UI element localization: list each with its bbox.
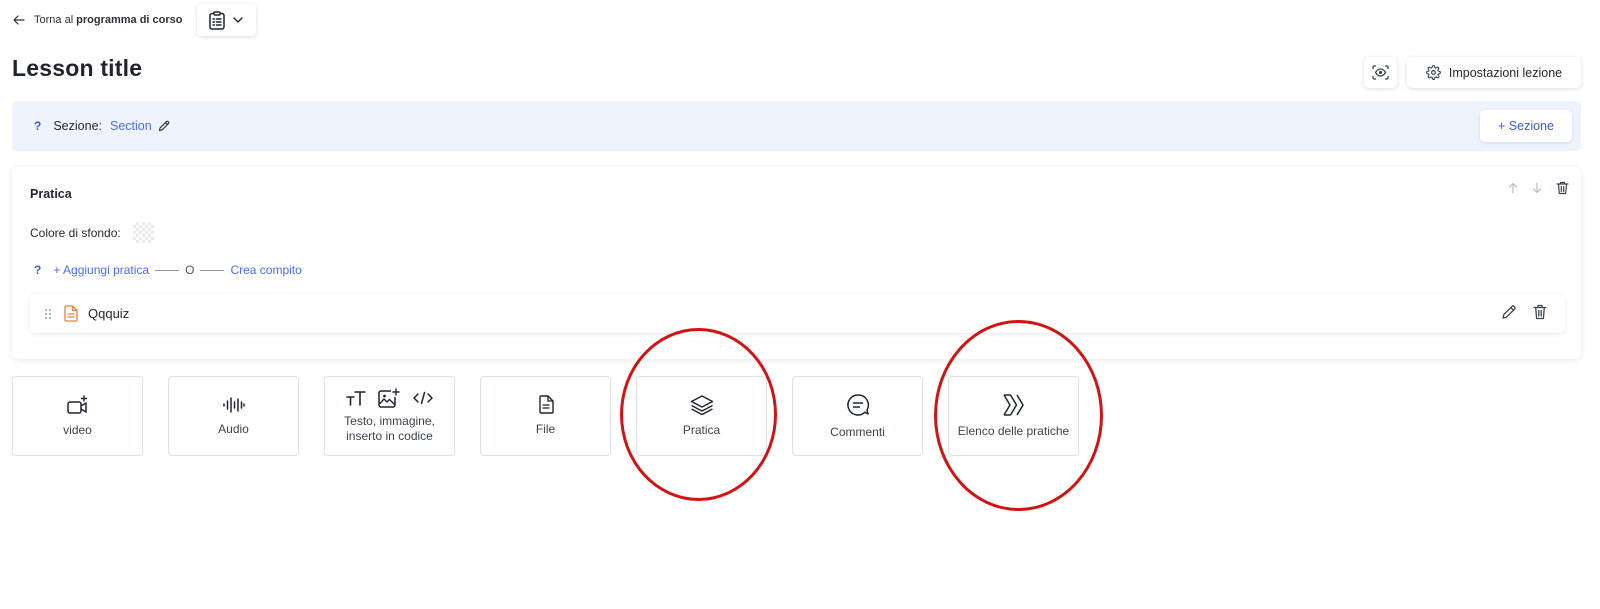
tile-label-text-image-code: Testo, immagine, inserto in codice <box>344 414 435 443</box>
add-comments-tile[interactable]: Commenti <box>792 376 923 456</box>
pencil-icon[interactable] <box>158 120 170 132</box>
file-text-icon <box>64 305 78 322</box>
tile-label-video: video <box>63 422 92 437</box>
divider-line <box>155 269 180 271</box>
add-video-tile[interactable]: video <box>12 376 143 456</box>
practice-block: Pratica Colore di sfondo: ? + Aggiungi p… <box>12 167 1581 359</box>
preview-button[interactable] <box>1364 57 1397 88</box>
audio-wave-icon <box>222 396 246 414</box>
create-task-link[interactable]: Crea compito <box>230 263 301 277</box>
move-up-icon[interactable] <box>1508 182 1518 194</box>
practice-help-icon[interactable]: ? <box>34 263 41 277</box>
add-practice-row: ? + Aggiungi pratica O Crea compito <box>34 263 302 277</box>
lesson-type-dropdown[interactable] <box>196 4 256 36</box>
background-color-label: Colore di sfondo: <box>30 225 121 240</box>
annotation-circle-practice-list <box>934 320 1103 511</box>
video-plus-icon <box>66 394 89 415</box>
settings-button-label: Impostazioni lezione <box>1448 65 1563 80</box>
edit-pencil-icon[interactable] <box>1501 304 1517 320</box>
comment-icon <box>846 393 870 417</box>
clipboard-list-icon <box>209 10 225 30</box>
practice-item-actions <box>1501 304 1547 320</box>
add-text-image-code-tile[interactable]: Testo, immagine, inserto in codice <box>324 376 455 456</box>
image-plus-icon <box>377 388 400 408</box>
back-link-prefix: Torna al <box>34 14 74 26</box>
arrow-left-icon <box>13 15 34 25</box>
or-separator: O <box>185 263 195 277</box>
file-icon <box>538 395 554 414</box>
practice-block-title: Pratica <box>30 187 72 201</box>
chevron-down-icon <box>233 17 243 23</box>
section-label: Sezione: <box>53 119 102 133</box>
tile-label-comments: Commenti <box>830 424 885 439</box>
top-bar: Torna al programma di corso <box>13 4 256 36</box>
delete-item-icon[interactable] <box>1533 304 1547 320</box>
divider-line <box>200 269 225 271</box>
add-practice-link[interactable]: + Aggiungi pratica <box>53 263 149 277</box>
text-size-icon <box>345 390 366 406</box>
add-file-tile[interactable]: File <box>480 376 611 456</box>
add-section-button[interactable]: + Sezione <box>1480 110 1572 142</box>
lesson-settings-button[interactable]: Impostazioni lezione <box>1407 57 1581 88</box>
code-icon <box>412 391 434 405</box>
practice-item-name: Qqquiz <box>88 306 130 321</box>
block-actions <box>1508 181 1569 195</box>
delete-block-icon[interactable] <box>1556 181 1569 195</box>
gear-icon <box>1425 65 1441 80</box>
eye-scan-icon <box>1372 65 1389 80</box>
move-down-icon[interactable] <box>1532 182 1542 194</box>
add-audio-tile[interactable]: Audio <box>168 376 299 456</box>
back-link-target: programma di corso <box>76 14 183 26</box>
background-color-swatch[interactable] <box>132 222 154 243</box>
background-color-row: Colore di sfondo: <box>30 222 154 243</box>
annotation-circle-practice <box>620 328 777 501</box>
section-name-link[interactable]: Section <box>110 119 152 133</box>
tile-label-audio: Audio <box>218 421 249 436</box>
tile-label-file: File <box>535 422 556 436</box>
drag-handle-icon[interactable] <box>44 308 52 320</box>
practice-item[interactable]: Qqquiz <box>30 294 1565 333</box>
section-bar: ? Sezione: Section + Sezione <box>12 101 1581 151</box>
page-title: Lesson title <box>12 55 143 81</box>
back-to-course-link[interactable]: Torna al programma di corso <box>13 14 183 26</box>
section-help-icon[interactable]: ? <box>34 119 41 133</box>
